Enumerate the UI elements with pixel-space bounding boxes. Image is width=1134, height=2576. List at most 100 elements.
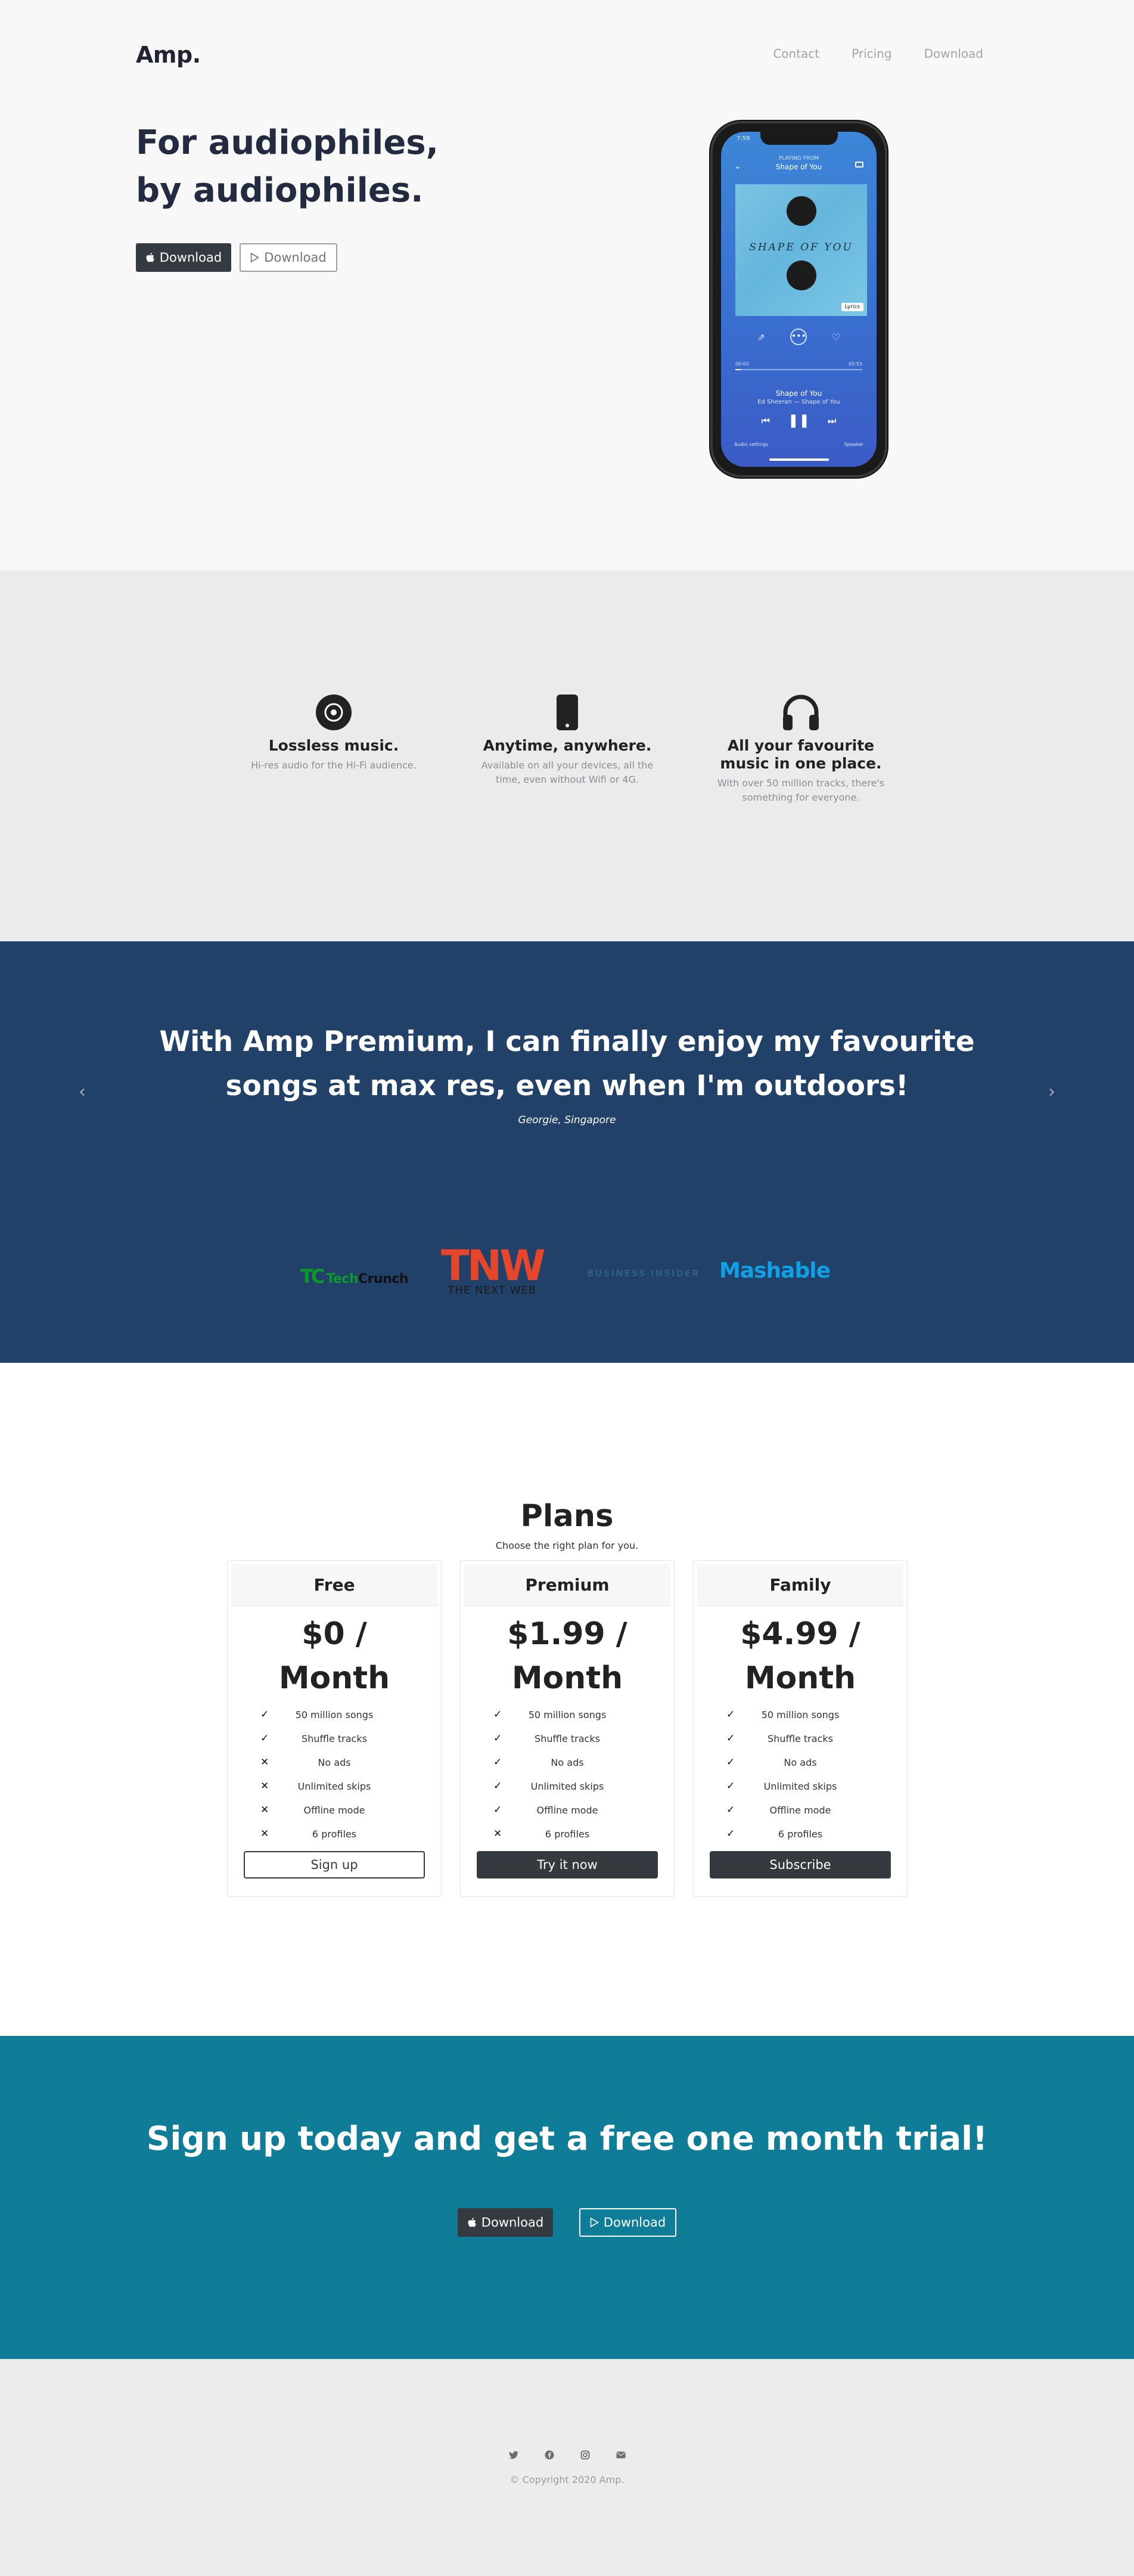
plan-feature-label: 6 profiles <box>545 1828 590 1840</box>
times-icon: ✕ <box>493 1828 502 1840</box>
album-text: SHAPE OF YOU <box>749 241 853 253</box>
instagram-icon[interactable] <box>579 2448 592 2462</box>
check-icon: ✓ <box>493 1709 502 1721</box>
plan-feature-label: 50 million songs <box>295 1709 374 1721</box>
techcrunch-mark-icon: TC <box>300 1265 325 1288</box>
plan-feature-label: Shuffle tracks <box>768 1732 833 1744</box>
plans-section: Plans Choose the right plan for you. Fre… <box>0 1363 1134 2036</box>
plan-price-period: Month <box>744 1660 856 1696</box>
hero-title-line2: by audiophiles. <box>136 171 424 210</box>
plan-feature-item: ✓ Shuffle tracks <box>228 1726 441 1750</box>
player-bottom-bar: Audio settings Speaker <box>734 442 863 447</box>
player-controls: ⏮ ❚❚ ⏭ <box>721 413 877 428</box>
plan-price: $0 / Month <box>228 1612 441 1700</box>
times-icon: ✕ <box>260 1756 269 1768</box>
nav-contact[interactable]: Contact <box>773 47 819 61</box>
twitter-icon[interactable] <box>507 2448 520 2462</box>
plan-feature-item: ✓ 50 million songs <box>694 1703 907 1726</box>
song-artist: Ed Sheeran — Shape of You <box>757 399 840 405</box>
nav-download[interactable]: Download <box>924 47 983 61</box>
feature-desc: Available on all your devices, all the t… <box>481 760 654 785</box>
mobile-icon <box>478 692 657 733</box>
facebook-icon[interactable] <box>543 2448 556 2462</box>
feature-anywhere: Anytime, anywhere. Available on all your… <box>478 692 657 787</box>
tnw-letters: TNW <box>441 1241 546 1290</box>
plan-feature-label: No ads <box>551 1756 584 1768</box>
mashable-logo: Mashable <box>719 1258 831 1283</box>
hero-title-line1: For audiophiles, <box>136 123 439 162</box>
hero-buttons: Download Download <box>136 243 337 272</box>
plan-feature-label: 50 million songs <box>528 1709 607 1721</box>
headphones-icon <box>712 692 890 733</box>
cta-apple-download-button[interactable]: Download <box>458 2208 553 2237</box>
plan-name: Premium <box>464 1564 670 1606</box>
feature-title: All your favourite music in one place. <box>720 737 882 772</box>
phone-notch <box>760 132 838 145</box>
disc-icon <box>244 692 423 733</box>
carousel-prev-icon[interactable]: ‹ <box>79 1081 86 1102</box>
playing-from-title: Shape of You <box>775 163 822 171</box>
play-download-button[interactable]: Download <box>240 243 337 272</box>
plan-price-amount: $4.99 / <box>740 1616 860 1652</box>
plan-feature-item: ✓ Shuffle tracks <box>694 1726 907 1750</box>
sign-up-button[interactable]: Sign up <box>244 1851 425 1878</box>
carousel-next-icon[interactable]: › <box>1048 1081 1055 1102</box>
business-insider-logo: BUSINESS INSIDER <box>587 1268 700 1279</box>
cta-play-download-button[interactable]: Download <box>579 2208 676 2237</box>
plan-name: Free <box>231 1564 437 1606</box>
hero-section: Amp. Contact Pricing Download For audiop… <box>0 0 1134 571</box>
plan-feature-item: ✓ Shuffle tracks <box>461 1726 674 1750</box>
plan-feature-label: No ads <box>318 1756 351 1768</box>
techcrunch-word-b: Crunch <box>358 1272 409 1287</box>
plan-feature-item: ✕ No ads <box>228 1750 441 1774</box>
footer: © Copyright 2020 Amp. <box>0 2359 1134 2576</box>
more-icon: ••• <box>790 328 807 345</box>
plan-feature-label: Unlimited skips <box>530 1780 604 1792</box>
plan-feature-item: ✕ Offline mode <box>228 1798 441 1822</box>
plan-price-period: Month <box>511 1660 623 1696</box>
envelope-icon[interactable] <box>614 2448 627 2462</box>
feature-lossless: Lossless music. Hi-res audio for the Hi-… <box>244 692 423 773</box>
plan-feature-item: ✓ 6 profiles <box>694 1822 907 1846</box>
plan-feature-item: ✓ Unlimited skips <box>461 1774 674 1798</box>
next-icon: ⏭ <box>827 414 837 426</box>
tnw-logo: TNW THE NEXT WEB <box>441 1241 546 1296</box>
plan-feature-item: ✕ 6 profiles <box>461 1822 674 1846</box>
times-icon: ✕ <box>260 1780 269 1792</box>
audio-settings-label: Audio settings <box>734 442 769 447</box>
plan-price-period: Month <box>278 1660 390 1696</box>
plan-feature-item: ✓ 50 million songs <box>228 1703 441 1726</box>
subscribe-button[interactable]: Subscribe <box>710 1851 891 1878</box>
social-links <box>0 2448 1134 2462</box>
home-indicator <box>769 458 829 461</box>
apple-download-button[interactable]: Download <box>136 243 231 272</box>
feature-desc: With over 50 million tracks, there's som… <box>717 777 885 803</box>
check-icon: ✓ <box>726 1709 735 1721</box>
plan-feature-label: 6 profiles <box>312 1828 357 1840</box>
nav-pricing[interactable]: Pricing <box>852 47 891 61</box>
brand-logo[interactable]: Amp. <box>136 42 201 68</box>
check-icon: ✓ <box>493 1780 502 1792</box>
hero-title: For audiophiles, by audiophiles. <box>136 119 553 215</box>
feature-title: Lossless music. <box>268 737 399 754</box>
testimonial-quote: With Amp Premium, I can finally enjoy my… <box>159 1025 975 1102</box>
plan-feature-label: Shuffle tracks <box>302 1732 367 1744</box>
apple-icon <box>468 2218 476 2227</box>
time-elapsed: 00:02 <box>735 361 750 367</box>
plan-feature-list: ✓ 50 million songs ✓ Shuffle tracks ✕ No ads ✕… <box>228 1703 441 1846</box>
album-circle-bottom <box>787 261 816 290</box>
player-progress-fill <box>735 369 741 370</box>
player-progress <box>735 369 862 370</box>
plan-feature-label: Unlimited skips <box>763 1780 837 1792</box>
try-it-now-button[interactable]: Try it now <box>477 1851 658 1878</box>
check-icon: ✓ <box>726 1804 735 1816</box>
feature-title: Anytime, anywhere. <box>483 737 652 754</box>
plans-subtitle: Choose the right plan for you. <box>495 1540 639 1551</box>
check-icon: ✓ <box>726 1828 735 1840</box>
cta-apple-download-label: Download <box>481 2215 544 2230</box>
feature-library: All your favourite music in one place. W… <box>712 692 890 805</box>
share-icon: ⇗ <box>757 331 766 343</box>
top-nav: Contact Pricing Download <box>773 47 983 61</box>
plans-title: Plans <box>520 1499 614 1534</box>
song-title: Shape of You <box>775 389 822 398</box>
